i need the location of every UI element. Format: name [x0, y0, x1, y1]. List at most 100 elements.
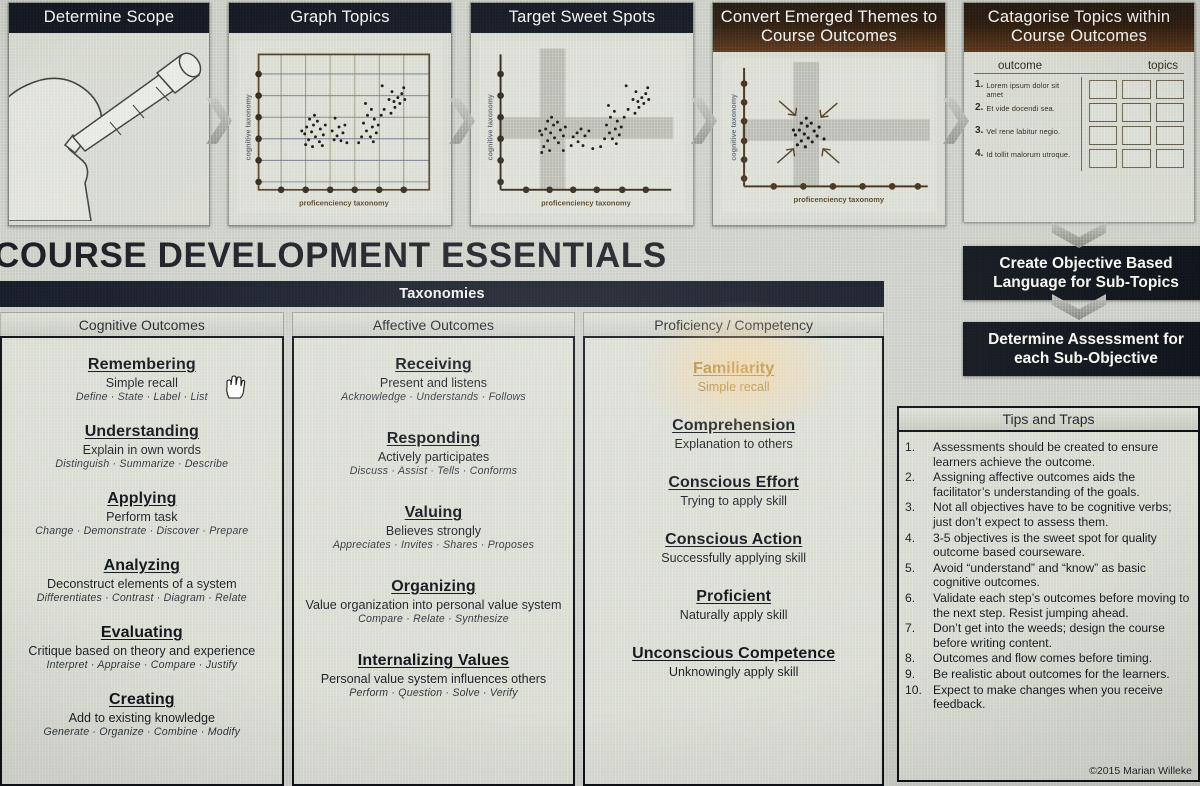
list-item: Be realistic about outcomes for the lear… — [905, 666, 1170, 681]
list-item: Validate each step’s outcomes before mov… — [905, 590, 1190, 620]
topic-box[interactable] — [1088, 126, 1118, 145]
scatter-plot-crosshair-icon: proficenciency taxonomy cognitive taxono… — [479, 39, 685, 215]
entry-verbs: Compare · Relate · Synthesize — [358, 613, 509, 625]
taxonomy-entry[interactable]: Conscious Effort Trying to apply skill — [591, 474, 876, 508]
taxonomy-entry[interactable]: Analyzing Deconstruct elements of a syst… — [8, 557, 276, 604]
column-header-proficiency: Proficiency / Competency — [583, 312, 884, 336]
taxonomy-entry[interactable]: Familiarity Simple recall — [591, 360, 876, 394]
process-card-title: Determine Scope — [9, 3, 209, 33]
topic-box[interactable] — [1155, 126, 1184, 145]
taxonomy-entry[interactable]: Responding Actively participates Discuss… — [300, 430, 568, 477]
topic-box[interactable] — [1122, 149, 1151, 168]
tips-list: Assessments should be created to ensure … — [903, 440, 1190, 712]
x-axis-label: proficenciency taxonomy — [541, 198, 632, 207]
row-number: 4. — [975, 148, 984, 159]
taxonomy-column-proficiency: Proficiency / Competency Familiarity Sim… — [583, 312, 884, 786]
entry-desc: Present and listens — [379, 376, 488, 390]
tips-header: Tips and Traps — [899, 408, 1198, 432]
scatter-plot-icon: proficenciency taxonomy cognitive taxono… — [237, 39, 443, 215]
table-row: 4. Id tollit malorum utroque. — [975, 148, 1078, 171]
taxonomy-entry[interactable]: Unconscious Competence Unknowingly apply… — [591, 645, 876, 679]
entry-title: Conscious Effort — [668, 474, 799, 491]
taxonomy-entry[interactable]: Organizing Value organization into perso… — [300, 578, 568, 625]
entry-verbs: Generate · Organize · Combine · Modify — [43, 726, 241, 738]
table-row: 3. Vel rene labitur negio. — [975, 125, 1078, 148]
topic-box[interactable] — [1155, 149, 1184, 168]
taxonomy-entry[interactable]: Evaluating Critique based on theory and … — [8, 624, 276, 671]
entry-title: Creating — [108, 691, 175, 708]
topic-checkbox-grid[interactable] — [1088, 77, 1184, 168]
column-body-affective: Receiving Present and listens Acknowledg… — [291, 336, 576, 786]
entry-desc: Actively participates — [377, 450, 490, 464]
list-item: 3-5 objectives is the sweet spot for qua… — [905, 530, 1157, 560]
process-card-title: Target Sweet Spots — [471, 3, 693, 33]
topic-box[interactable] — [1088, 103, 1118, 122]
topic-box[interactable] — [1122, 126, 1151, 145]
row-text: Vel rene labitur negio. — [986, 127, 1061, 136]
topic-box[interactable] — [1122, 80, 1151, 99]
taxonomy-entry[interactable]: Internalizing Values Personal value syst… — [300, 652, 568, 699]
copyright-notice: ©2015 Marian Willeke — [1089, 765, 1192, 777]
process-card-title: Convert Emerged Themes to Course Outcome… — [713, 3, 945, 52]
head-telescope-icon — [0, 33, 209, 222]
page-title: COURSE DEVELOPMENT ESSENTIALS — [0, 236, 667, 275]
tips-header-label: Tips and Traps — [1002, 411, 1095, 427]
topic-box[interactable] — [1122, 103, 1151, 122]
x-axis-label: proficenciency taxonomy — [299, 198, 390, 207]
entry-title: Conscious Action — [665, 531, 803, 548]
entry-desc: Personal value system influences others — [320, 672, 547, 686]
flow-arrow-down-1 — [1052, 222, 1106, 248]
step-create-objective-language[interactable]: Create Objective Based Language for Sub-… — [963, 246, 1200, 300]
row-number: 3. — [975, 125, 984, 136]
entry-verbs: Acknowledge · Understands · Follows — [341, 391, 526, 403]
table-row: 2. Et vide docendi sea. — [975, 102, 1078, 125]
entry-title: Unconscious Competence — [632, 645, 836, 662]
row-text: Et vide docendi sea. — [986, 104, 1055, 113]
taxonomy-entry[interactable]: Valuing Believes strongly Appreciates · … — [300, 504, 568, 551]
taxonomy-entry[interactable]: Proficient Naturally apply skill — [591, 588, 876, 622]
process-card-title: Graph Topics — [229, 3, 451, 33]
step-determine-assessment[interactable]: Determine Assessment for each Sub-Object… — [963, 322, 1200, 376]
taxonomy-entry[interactable]: Conscious Action Successfully applying s… — [591, 531, 876, 565]
entry-desc: Trying to apply skill — [680, 494, 787, 508]
y-axis-label: cognitive taxonomy — [488, 94, 495, 160]
process-card-determine-scope[interactable]: Determine Scope — [0, 2, 210, 226]
entry-desc: Deconstruct elements of a system — [46, 577, 237, 591]
scatter-plot-arrows-icon: proficenciency taxonomy cognitive taxono… — [721, 58, 937, 212]
list-item: Don’t get into the weeds; design the cou… — [905, 621, 1165, 650]
taxonomy-entry[interactable]: Creating Add to existing knowledge Gener… — [8, 691, 276, 738]
list-item: Assigning affective outcomes aids the fa… — [905, 470, 1140, 499]
entry-desc: Value organization into personal value s… — [305, 598, 562, 612]
column-header-label: Affective Outcomes — [372, 316, 495, 333]
taxonomy-entry[interactable]: Understanding Explain in own words Disti… — [8, 423, 276, 470]
process-card-target-sweet-spots[interactable]: Target Sweet Spots proficenciency taxono… — [470, 2, 694, 226]
entry-title: Receiving — [395, 356, 472, 373]
entry-title: Proficient — [696, 588, 772, 605]
row-text: Id tollit malorum utroque. — [986, 150, 1071, 159]
taxonomy-entry[interactable]: Receiving Present and listens Acknowledg… — [300, 356, 568, 403]
process-card-graph-topics[interactable]: Graph Topics proficenciency taxonomy cog… — [228, 2, 452, 226]
process-card-convert-themes[interactable]: Convert Emerged Themes to Course Outcome… — [712, 2, 946, 226]
outcome-topics-table-icon: outcome topics 1. Lorem ipsum dolor sit … — [974, 60, 1184, 216]
topic-box[interactable] — [1088, 80, 1118, 99]
topic-box[interactable] — [1155, 103, 1184, 122]
hand-cursor-icon — [224, 374, 246, 400]
taxonomy-entry[interactable]: Applying Perform task Change · Demonstra… — [8, 490, 276, 537]
entry-title: Internalizing Values — [357, 652, 510, 669]
list-item: Avoid “understand” and “know” as basic c… — [905, 560, 1146, 590]
list-item: Not all objectives have to be cognitive … — [905, 500, 1172, 529]
outcome-col-header: outcome — [998, 60, 1043, 72]
entry-title: Valuing — [404, 504, 463, 521]
topic-box[interactable] — [1155, 80, 1184, 99]
column-header-label: Proficiency / Competency — [654, 316, 814, 333]
topic-box[interactable] — [1088, 149, 1118, 168]
entry-desc: Believes strongly — [385, 524, 482, 538]
entry-verbs: Appreciates · Invites · Shares · Propose… — [332, 539, 535, 551]
entry-desc: Explain in own words — [82, 443, 201, 457]
entry-desc: Successfully applying skill — [661, 551, 807, 565]
entry-desc: Explanation to others — [674, 437, 793, 451]
process-card-catagorise-topics[interactable]: Catagorise Topics within Course Outcomes… — [963, 2, 1195, 222]
column-header-affective: Affective Outcomes — [291, 312, 576, 336]
taxonomy-entry[interactable]: Comprehension Explanation to others — [591, 417, 876, 451]
entry-title: Applying — [107, 490, 177, 507]
